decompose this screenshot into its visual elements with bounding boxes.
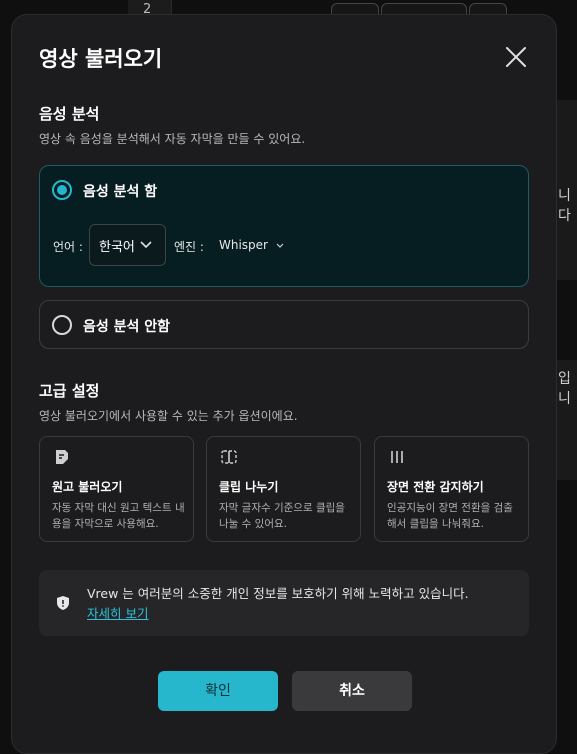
privacy-notice: Vrew 는 여러분의 소중한 개인 정보를 보호하기 위해 노력하고 있습니다… [39, 570, 529, 636]
dialog-title: 영상 불러오기 [39, 47, 163, 71]
background-text: 니다 [558, 188, 571, 224]
chevron-down-icon [140, 241, 152, 249]
option-description: 자막 글자수 기준으로 클립을 나눌 수 있어요. [219, 502, 345, 530]
background-text: 입니 [558, 371, 571, 407]
option-card-split-clip[interactable]: 클립 나누기 자막 글자수 기준으로 클립을 나눌 수 있어요. [206, 436, 361, 542]
confirm-button[interactable]: 확인 [158, 671, 278, 711]
engine-label: 엔진 : [174, 240, 204, 254]
cancel-button[interactable]: 취소 [292, 671, 412, 711]
option-card-scene-detect[interactable]: 장면 전환 감지하기 인공지능이 장면 전환을 검출해서 클립을 나눠줘요. [374, 436, 529, 542]
language-value: 한국어 [99, 240, 135, 255]
speech-section-title: 음성 분석 [39, 105, 100, 123]
option-card-script-import[interactable]: 원고 불러오기 자동 자막 대신 원고 텍스트 내용을 자막으로 사용해요. [39, 436, 194, 542]
language-select[interactable]: 한국어 [89, 224, 166, 266]
close-icon[interactable] [502, 43, 530, 71]
speech-section-description: 영상 속 음성을 분석해서 자동 자막을 만들 수 있어요. [39, 132, 306, 146]
radio-selected-icon[interactable] [52, 180, 72, 200]
option-description: 자동 자막 대신 원고 텍스트 내용을 자막으로 사용해요. [52, 502, 185, 530]
advanced-section-description: 영상 불러오기에서 사용할 수 있는 추가 옵션이에요. [39, 409, 298, 423]
engine-select[interactable]: Whisper [219, 238, 284, 252]
chevron-down-icon [276, 243, 284, 248]
speech-on-label: 음성 분석 함 [83, 184, 158, 200]
split-clip-icon [221, 450, 237, 464]
option-title: 클립 나누기 [219, 480, 279, 494]
privacy-text: Vrew 는 여러분의 소중한 개인 정보를 보호하기 위해 노력하고 있습니다… [87, 586, 469, 601]
speech-off-label: 음성 분석 안함 [83, 319, 171, 335]
import-video-dialog: 영상 불러오기 음성 분석 영상 속 음성을 분석해서 자동 자막을 만들 수 … [11, 14, 557, 754]
advanced-section-title: 고급 설정 [39, 382, 100, 400]
document-edit-icon [56, 450, 68, 464]
language-label: 언어 : [53, 240, 83, 254]
option-title: 원고 불러오기 [52, 480, 123, 494]
option-description: 인공지능이 장면 전환을 검출해서 클립을 나눠줘요. [387, 502, 513, 530]
engine-value: Whisper [219, 238, 268, 252]
radio-unselected-icon[interactable] [52, 315, 72, 335]
privacy-details-link[interactable]: 자세히 보기 [87, 603, 148, 622]
scene-bars-icon [391, 451, 403, 463]
option-title: 장면 전환 감지하기 [387, 480, 484, 494]
speech-analysis-on-card[interactable]: 음성 분석 함 언어 : 한국어 엔진 : Whisper [39, 165, 529, 287]
speech-analysis-off-card[interactable]: 음성 분석 안함 [39, 300, 529, 349]
shield-icon [57, 596, 69, 610]
